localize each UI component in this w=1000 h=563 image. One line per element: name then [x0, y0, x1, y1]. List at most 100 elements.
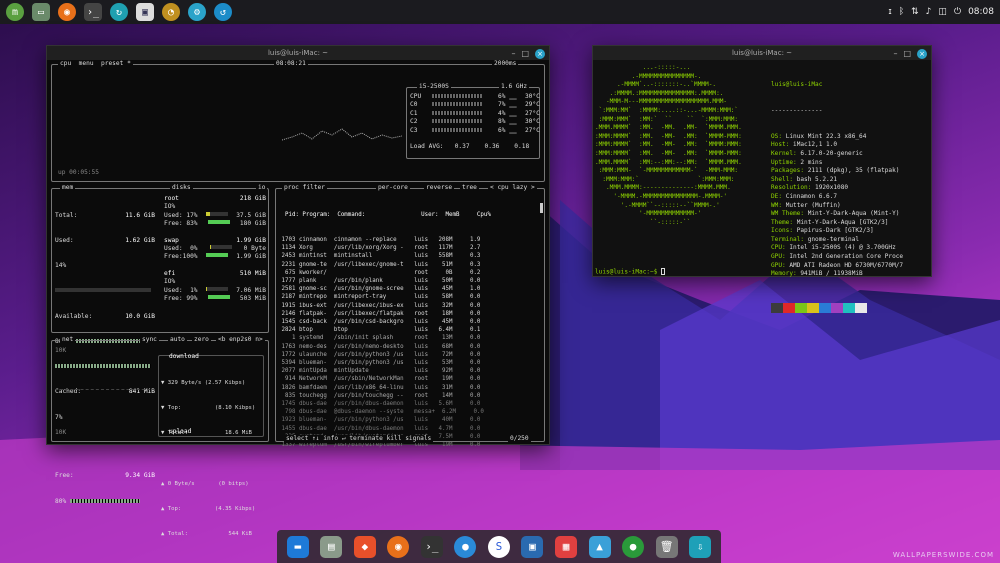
close-icon[interactable]: ×	[917, 49, 927, 59]
firefox-icon[interactable]: ◉	[387, 535, 410, 558]
per-core-toggle[interactable]: per-core	[376, 184, 410, 193]
process-row[interactable]: 2146 flatpak- /usr/libexec/flatpak root …	[278, 310, 491, 318]
clock[interactable]: 08:08	[968, 7, 994, 17]
disk-size: 1.99 GiB	[236, 236, 266, 244]
process-row[interactable]: 798 dbus-dae @dbus-daemon --syste messa+…	[278, 408, 491, 416]
logo-line: '-MMMMMMMMMMMMM-'	[595, 210, 702, 218]
logo-line: ...-:::::-...	[595, 64, 691, 71]
files-icon[interactable]: ▤	[320, 535, 343, 558]
io-label[interactable]: io	[256, 184, 268, 193]
reverse-toggle[interactable]: reverse	[424, 184, 455, 193]
process-row[interactable]: 2824 btop btop luis 6.4M 0.1	[278, 326, 491, 334]
mem-free-label: Free:	[55, 472, 74, 480]
maximize-icon[interactable]: □	[521, 47, 529, 61]
process-row[interactable]: 1777 plank /usr/bin/plank luis 50M 0.0	[278, 277, 491, 285]
trash-icon[interactable]: 🗑	[655, 535, 678, 558]
volume-icon[interactable]: ♪	[926, 7, 932, 17]
mint-menu-icon[interactable]: m	[6, 3, 24, 21]
update-manager-icon[interactable]: ▣	[136, 3, 154, 21]
process-row[interactable]: 1545 csd-back /usr/bin/csd-backgro luis …	[278, 318, 491, 326]
screencast-icon[interactable]: ▣	[521, 535, 544, 558]
refresh-rate[interactable]: 2000ms	[492, 60, 519, 69]
interface-selector[interactable]: <b enp2s0 n>	[216, 336, 265, 345]
mem-avail-label: Available:	[55, 312, 93, 320]
disk-used: Used: 1%	[164, 286, 198, 294]
maximize-icon[interactable]: □	[903, 47, 911, 61]
image-viewer-icon[interactable]: ▲	[588, 535, 611, 558]
process-row[interactable]: 5394 blueman- /usr/bin/python3 /us luis …	[278, 359, 491, 367]
network-icon[interactable]: ⇅	[911, 7, 919, 17]
proc-footer[interactable]: select ↑↓ info ↵ terminate kill signals	[284, 435, 434, 444]
info-row: Kernel: 6.17.0-20-generic	[771, 149, 863, 157]
power-icon[interactable]: ⏻	[954, 7, 961, 17]
info-value: 1920x1080	[815, 184, 849, 192]
info-key: GPU	[771, 253, 783, 261]
process-row[interactable]: 2077 mintUpda mintUpdate luis 92M 0.0	[278, 367, 491, 375]
process-row[interactable]: 1745 dbus-dae /usr/bin/dbus-daemon luis …	[278, 400, 491, 408]
system-monitor-icon[interactable]: ◔	[162, 3, 180, 21]
disk-free-meter	[207, 295, 230, 300]
notification-icon[interactable]: ◫	[938, 7, 947, 17]
desktop-folder-icon[interactable]: ▬	[286, 535, 309, 558]
prompt-line[interactable]: luis@luis-iMac:~$	[595, 268, 666, 277]
show-desktop-icon[interactable]: ▭	[32, 3, 50, 21]
refresh-icon[interactable]: ↺	[214, 3, 232, 21]
disk-size: 218 GiB	[239, 195, 266, 202]
mem-free-meter	[69, 498, 140, 503]
process-row[interactable]: 2453 mintinst mintinstall luis 558M 0.3	[278, 252, 491, 260]
disk-free-value: 503 MiB	[239, 295, 266, 303]
terminal-titlebar[interactable]: luis@luis-iMac: ~ – □ ×	[593, 46, 931, 60]
messaging-icon[interactable]: ●	[454, 535, 477, 558]
process-row[interactable]: 2231 gnome-te /usr/libexec/gnome-t luis …	[278, 261, 491, 269]
terminal-icon[interactable]: ›_	[84, 3, 102, 21]
download-icon[interactable]: ⇩	[689, 535, 712, 558]
update-icon[interactable]: ɪ	[888, 7, 891, 17]
process-row[interactable]: 1772 ulaunche /usr/bin/python3 /us luis …	[278, 351, 491, 359]
menu-button[interactable]: menu	[79, 60, 94, 67]
btop-titlebar[interactable]: luis@luis-iMac: ~ – □ ×	[47, 46, 549, 60]
auto-button[interactable]: auto	[168, 336, 187, 345]
process-row[interactable]: 835 touchegg /usr/bin/touchegg -- root 1…	[278, 392, 491, 400]
process-row[interactable]: 1455 dbus-dae /usr/bin/dbus-daemon luis …	[278, 425, 491, 433]
brave-icon[interactable]: ◆	[353, 535, 376, 558]
bluetooth-icon[interactable]: ᛒ	[899, 7, 904, 17]
cpu-label[interactable]: cpu	[60, 60, 71, 67]
disk-size: 510 MiB	[239, 269, 266, 277]
core-temp-spark: ▁▁	[509, 93, 517, 100]
firefox-icon[interactable]: ◉	[58, 3, 76, 21]
calendar-icon[interactable]: ▦	[555, 535, 578, 558]
btop-window[interactable]: luis@luis-iMac: ~ – □ × cpu menu preset …	[46, 45, 550, 537]
process-row[interactable]: 1703 cinnamon cinnamon --replace luis 20…	[278, 236, 491, 244]
process-row[interactable]: 1915 ibus-ext /usr/libexec/ibus-ex luis …	[278, 302, 491, 310]
terminal-icon[interactable]: ›_	[420, 535, 443, 558]
proc-scrollbar[interactable]	[540, 203, 543, 213]
upload-label: upload	[169, 428, 192, 435]
process-row[interactable]: 675 kworker/ root 0B 0.2	[278, 269, 491, 277]
minimize-icon[interactable]: –	[511, 47, 515, 61]
terminal-window[interactable]: luis@luis-iMac: ~ – □ × ...-:::::-... .-…	[592, 45, 932, 314]
sort-selector[interactable]: < cpu lazy >	[488, 184, 537, 193]
minimize-icon[interactable]: –	[893, 47, 897, 61]
software-icon[interactable]: ↻	[110, 3, 128, 21]
process-row[interactable]: 1 systemd /sbin/init splash root 13M 0.0	[278, 334, 491, 342]
process-row[interactable]: 1134 Xorg /usr/lib/xorg/Xorg - root 117M…	[278, 244, 491, 252]
sync-button[interactable]: sync	[140, 336, 159, 345]
process-row[interactable]: 1923 blueman- /usr/bin/python3 /us luis …	[278, 416, 491, 424]
preset-button[interactable]: preset *	[101, 60, 131, 67]
mem-used-label: Used:	[55, 237, 74, 245]
process-row[interactable]: 2187 mintrepo mintreport-tray luis 58M 0…	[278, 293, 491, 301]
color-swatch	[843, 303, 855, 314]
process-row[interactable]: 1826 bamfdaem /usr/lib/x86_64-linu luis …	[278, 384, 491, 392]
process-row[interactable]: 2581 gnome-sc /usr/bin/gnome-scree luis …	[278, 285, 491, 293]
settings-icon[interactable]: ⚙	[188, 3, 206, 21]
green-app-icon[interactable]: ●	[622, 535, 645, 558]
process-row[interactable]: 914 NetworkM /usr/sbin/NetworkMan root 1…	[278, 375, 491, 383]
close-icon[interactable]: ×	[535, 49, 545, 59]
info-key: Host	[771, 141, 786, 149]
ulauncher-icon[interactable]: S	[487, 535, 510, 558]
process-row[interactable]: 1763 nemo-des /usr/bin/nemo-deskto luis …	[278, 343, 491, 351]
tree-toggle[interactable]: tree	[460, 184, 479, 193]
filter-button[interactable]: filter	[303, 184, 325, 191]
cpu-freq: 1.6 GHz	[499, 83, 530, 92]
zero-button[interactable]: zero	[192, 336, 211, 345]
